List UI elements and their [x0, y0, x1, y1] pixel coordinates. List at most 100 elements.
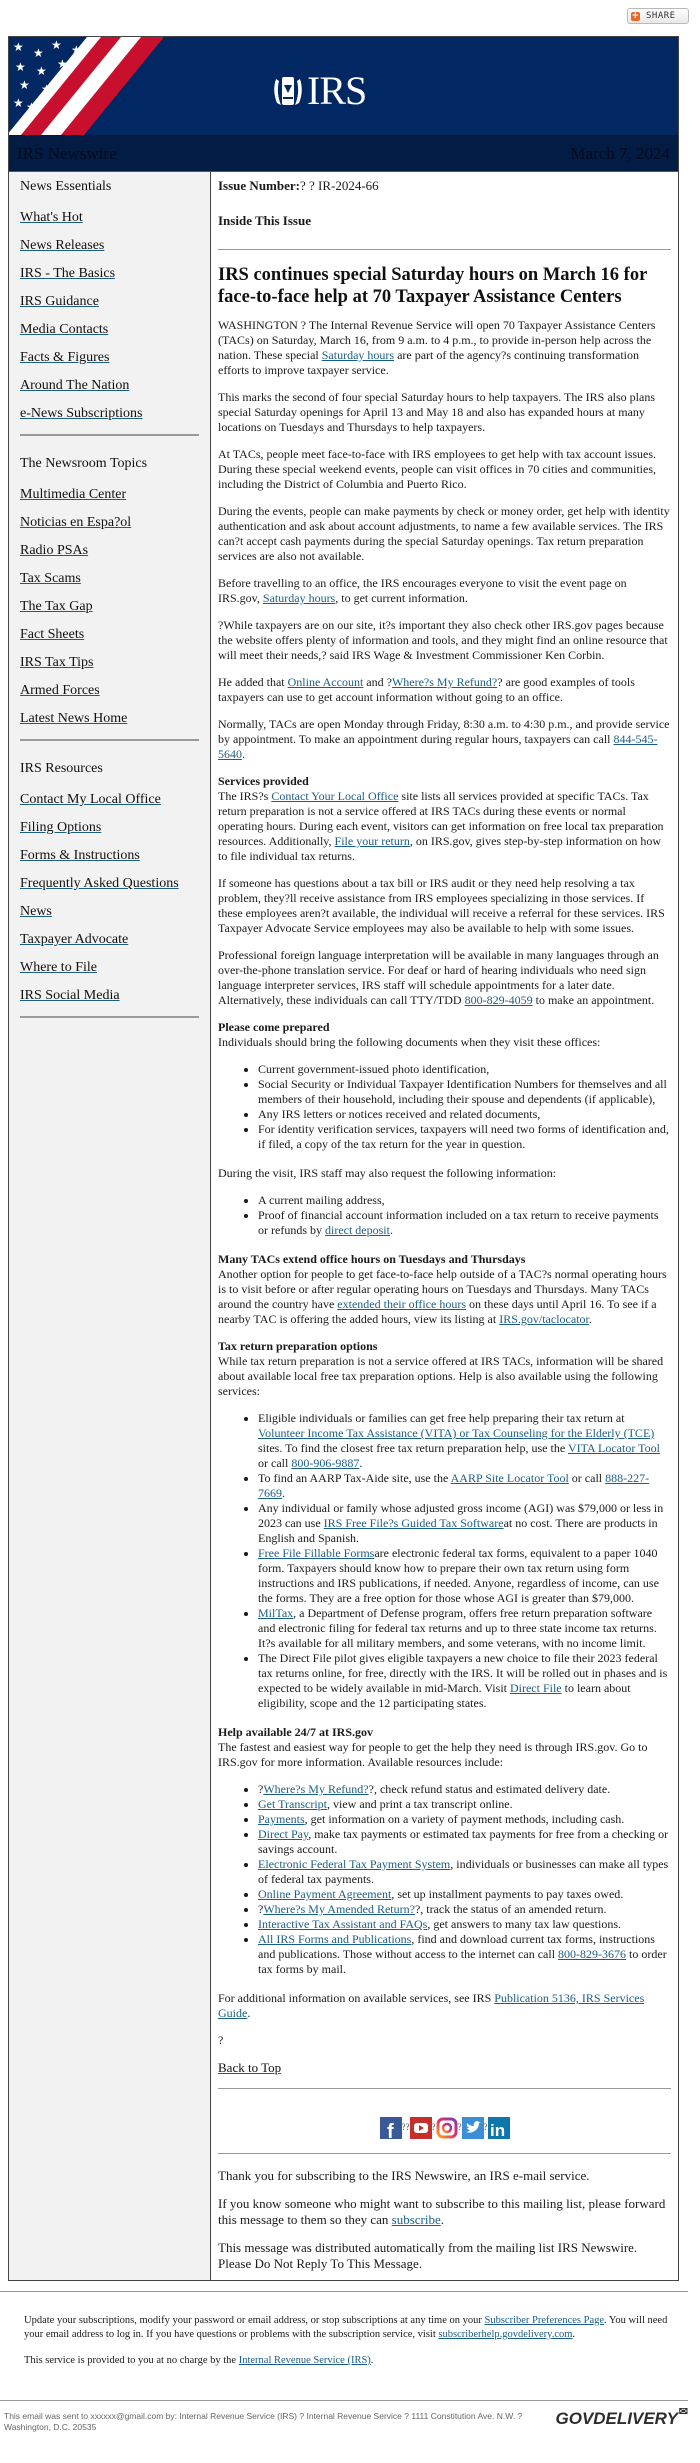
sidebar-item-tax-tips[interactable]: IRS Tax Tips: [20, 655, 199, 671]
sidebar-section-newsroom-topics: The Newsroom Topics Multimedia Center No…: [20, 456, 199, 727]
sidebar-item-irs-basics[interactable]: IRS - The Basics: [20, 266, 199, 282]
saturday-hours-link[interactable]: Saturday hours: [322, 348, 394, 362]
sidebar-section-title: The Newsroom Topics: [20, 456, 148, 471]
sidebar-item-tax-scams[interactable]: Tax Scams: [20, 571, 199, 587]
sidebar-item-noticias[interactable]: Noticias en Espa?ol: [20, 515, 199, 531]
vita-tce-link[interactable]: Volunteer Income Tax Assistance (VITA) o…: [258, 1426, 654, 1440]
sidebar-item-social-media[interactable]: IRS Social Media: [20, 988, 199, 1004]
section-heading: Many TACs extend office hours on Tuesday…: [218, 1252, 526, 1266]
paragraph: If someone has questions about a tax bil…: [218, 876, 665, 935]
sidebar-item-faq[interactable]: Frequently Asked Questions: [20, 876, 199, 892]
forms-phone-link[interactable]: 800-829-3676: [558, 1947, 626, 1961]
logo-text: IRS: [307, 68, 367, 113]
miltax-link[interactable]: MilTax: [258, 1606, 293, 1620]
share-bar: + SHARE: [0, 0, 700, 36]
sidebar-section-news-essentials: News Essentials What's Hot News Releases…: [20, 179, 199, 422]
resource-link[interactable]: All IRS Forms and Publications: [258, 1932, 411, 1946]
taclocator-link[interactable]: IRS.gov/taclocator: [499, 1312, 589, 1326]
sidebar-item-contact-office[interactable]: Contact My Local Office: [20, 792, 199, 808]
fillable-forms-link[interactable]: Free File Fillable Forms: [258, 1546, 374, 1560]
resource-link[interactable]: Where?s My Amended Return?: [263, 1902, 415, 1916]
sidebar-item-radio-psas[interactable]: Radio PSAs: [20, 543, 199, 559]
contact-local-office-link[interactable]: Contact Your Local Office: [271, 789, 398, 803]
text: The IRS?s: [218, 789, 272, 803]
text: Individuals should bring the following d…: [218, 1035, 601, 1049]
thanks-text: Thank you for subscribing to the IRS New…: [218, 2168, 590, 2183]
info-list: A current mailing address, Proof of fina…: [218, 1193, 671, 1238]
sidebar-item-irs-guidance[interactable]: IRS Guidance: [20, 294, 199, 310]
file-your-return-link[interactable]: File your return: [335, 834, 410, 848]
headline: IRS continues special Saturday hours on …: [218, 265, 647, 307]
text: ?, track the status of an amended return…: [414, 1902, 607, 1916]
list-item: Free File Fillable Formsare electronic f…: [258, 1546, 671, 1606]
sidebar-item-around-nation[interactable]: Around The Nation: [20, 378, 199, 394]
back-to-top-link[interactable]: Back to Top: [218, 2060, 281, 2075]
sidebar-item-latest-news[interactable]: Latest News Home: [20, 711, 199, 727]
svg-text:★: ★: [19, 78, 30, 92]
resource-link[interactable]: Interactive Tax Assistant and FAQs: [258, 1917, 427, 1931]
youtube-icon[interactable]: [409, 2117, 432, 2139]
irs-link[interactable]: Internal Revenue Service (IRS): [239, 2355, 371, 2366]
sidebar-item-news[interactable]: News: [20, 904, 199, 920]
list-item: The Direct File pilot gives eligible tax…: [258, 1651, 671, 1711]
envelope-icon: ✉: [678, 2406, 688, 2418]
divider: [218, 249, 671, 250]
svg-text:★: ★: [51, 38, 62, 52]
sidebar-item-fact-sheets[interactable]: Fact Sheets: [20, 627, 199, 643]
sidebar-item-tax-gap[interactable]: The Tax Gap: [20, 599, 199, 615]
sidebar-item-news-releases[interactable]: News Releases: [20, 238, 199, 254]
list-item: Interactive Tax Assistant and FAQs, get …: [258, 1917, 671, 1932]
text: Eligible individuals or families can get…: [258, 1411, 625, 1425]
direct-file-link[interactable]: Direct File: [510, 1681, 562, 1695]
aarp-locator-link[interactable]: AARP Site Locator Tool: [451, 1471, 569, 1485]
sidebar-item-whats-hot[interactable]: What's Hot: [20, 210, 199, 226]
extended-hours-link[interactable]: extended their office hours: [337, 1297, 466, 1311]
text: , make tax payments or estimated tax pay…: [258, 1827, 669, 1856]
share-button[interactable]: + SHARE: [627, 8, 689, 24]
resources-list: ?Where?s My Refund??, check refund statu…: [218, 1782, 671, 1977]
sidebar-item-filing-options[interactable]: Filing Options: [20, 820, 199, 836]
free-file-link[interactable]: IRS Free File?s Guided Tax Software: [324, 1516, 504, 1530]
vita-locator-link[interactable]: VITA Locator Tool: [568, 1441, 660, 1455]
subscriber-preferences-link[interactable]: Subscriber Preferences Page: [484, 2315, 604, 2326]
subscriber-help-link[interactable]: subscriberhelp.govdelivery.com: [438, 2329, 572, 2340]
resource-link[interactable]: Electronic Federal Tax Payment System: [258, 1857, 450, 1871]
sidebar-item-where-to-file[interactable]: Where to File: [20, 960, 199, 976]
list-item: A current mailing address,: [258, 1193, 671, 1208]
resource-link[interactable]: Direct Pay: [258, 1827, 308, 1841]
svg-text:★: ★: [15, 60, 26, 74]
list-item: Current government-issued photo identifi…: [258, 1062, 671, 1077]
govdelivery-logo[interactable]: GOVDELIVERY ✉: [556, 2407, 689, 2433]
resource-link[interactable]: Online Payment Agreement: [258, 1887, 391, 1901]
tty-phone-link[interactable]: 800-829-4059: [465, 993, 533, 1007]
vita-phone-link[interactable]: 800-906-9887: [291, 1456, 359, 1470]
resource-link[interactable]: Where?s My Refund?: [263, 1782, 368, 1796]
sent-to-text: This email was sent to xxxxxx@gmail.com …: [4, 2411, 523, 2432]
section-heading: Help available 24/7 at IRS.gov: [218, 1725, 374, 1739]
sidebar-item-multimedia-center[interactable]: Multimedia Center: [20, 487, 199, 503]
resource-link[interactable]: Payments: [258, 1812, 305, 1826]
facebook-icon[interactable]: f: [379, 2117, 402, 2143]
sidebar-divider: [20, 739, 199, 741]
twitter-icon[interactable]: [461, 2117, 484, 2139]
svg-text:★: ★: [57, 57, 68, 71]
instagram-icon[interactable]: [436, 2117, 458, 2139]
linkedin-icon[interactable]: in: [487, 2117, 510, 2140]
sidebar-item-enews-subscriptions[interactable]: e-News Subscriptions: [20, 406, 199, 422]
wheres-my-refund-link[interactable]: Where?s My Refund?: [392, 675, 497, 689]
online-account-link[interactable]: Online Account: [288, 675, 364, 689]
list-item: Any IRS letters or notices received and …: [258, 1107, 671, 1122]
sidebar-item-armed-forces[interactable]: Armed Forces: [20, 683, 199, 699]
plus-icon: +: [631, 10, 640, 21]
saturday-hours-link[interactable]: Saturday hours: [263, 591, 335, 605]
separator: ??: [401, 2122, 410, 2133]
sidebar-item-media-contacts[interactable]: Media Contacts: [20, 322, 199, 338]
issue-number: Issue Number:? ? IR-2024-66: [218, 178, 671, 193]
sidebar-item-taxpayer-advocate[interactable]: Taxpayer Advocate: [20, 932, 199, 948]
subscribe-link[interactable]: subscribe: [392, 2212, 441, 2227]
resource-link[interactable]: Get Transcript: [258, 1797, 327, 1811]
sidebar-item-forms-instructions[interactable]: Forms & Instructions: [20, 848, 199, 864]
direct-deposit-link[interactable]: direct deposit: [325, 1223, 390, 1237]
text: To find an AARP Tax-Aide site, use the: [258, 1471, 451, 1485]
sidebar-item-facts-figures[interactable]: Facts & Figures: [20, 350, 199, 366]
